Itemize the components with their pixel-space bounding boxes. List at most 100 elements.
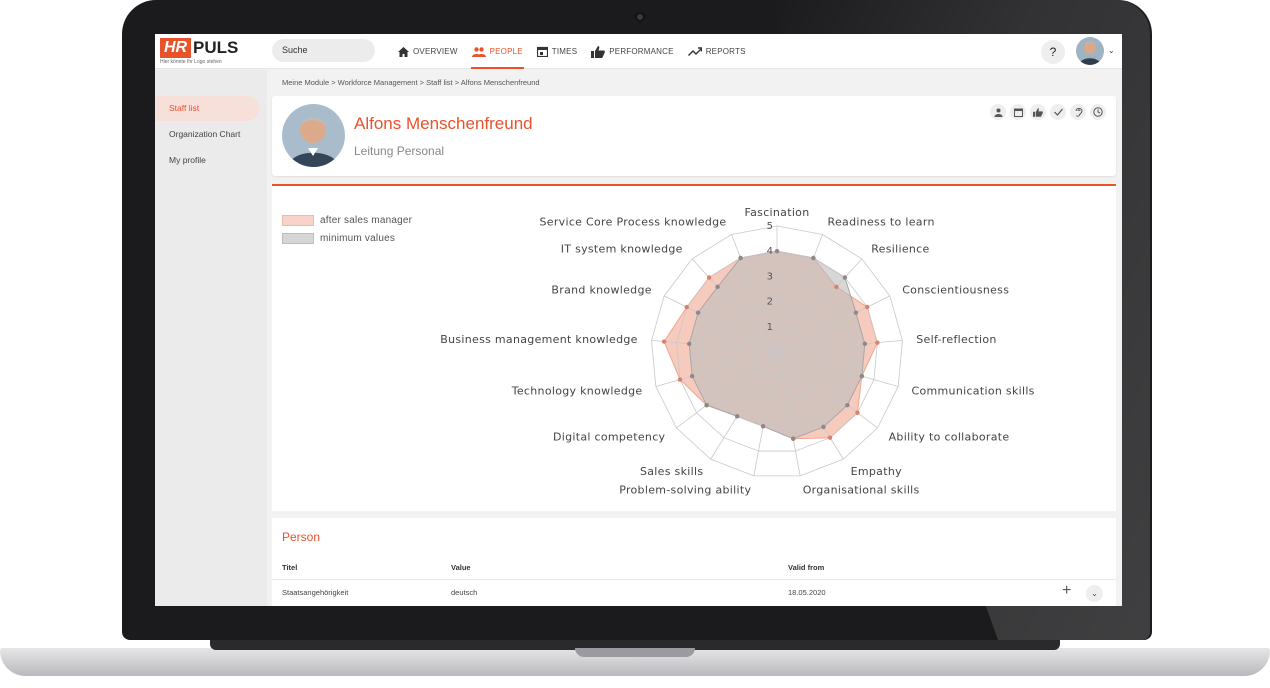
nav-people[interactable]: PEOPLE [465, 34, 530, 69]
breadcrumb: Meine Module > Workforce Management > St… [282, 78, 540, 87]
table-divider [272, 579, 1116, 580]
nav-times[interactable]: TIMES [530, 34, 584, 69]
data-point [689, 373, 695, 379]
axis-label: Service Core Process knowledge [540, 216, 727, 229]
ear-icon[interactable] [1070, 104, 1086, 120]
profile-photo [282, 104, 345, 167]
data-point [661, 339, 667, 344]
home-icon [398, 46, 409, 57]
axis-label: IT system knowledge [561, 243, 683, 256]
axis-label: Business management knowledge [440, 333, 638, 346]
base-notch [575, 648, 695, 657]
nav-overview-label: OVERVIEW [413, 47, 458, 56]
top-bar: HR PULS Hier könnte Ihr Logo stehen Such… [155, 34, 1122, 69]
axis-label: Self-reflection [916, 333, 996, 346]
column-header-titel: Titel [282, 563, 298, 572]
data-point [845, 402, 850, 408]
nav-performance-label: PERFORMANCE [609, 47, 674, 56]
radar-chart: 1 2 3 4 5 Fascination Readiness to learn Resili… [440, 206, 1035, 496]
clock-icon[interactable] [1090, 104, 1106, 120]
tick-label: 3 [767, 271, 773, 282]
axis-label: Resilience [871, 243, 929, 256]
data-point [875, 340, 880, 345]
data-point [760, 424, 766, 429]
people-icon [471, 46, 486, 57]
expand-button[interactable]: ⌄ [1086, 585, 1103, 602]
data-point [715, 284, 720, 290]
help-button[interactable]: ? [1041, 40, 1065, 64]
add-icon[interactable]: + [1062, 582, 1071, 600]
data-point [706, 275, 712, 280]
logo-hr: HR [160, 38, 192, 58]
sidebar-item-my-profile[interactable]: My profile [155, 148, 259, 173]
tick-label: 5 [767, 221, 773, 232]
nav-performance[interactable]: PERFORMANCE [584, 34, 680, 69]
chevron-down-icon[interactable]: ⌄ [1108, 46, 1115, 55]
sidebar-item-organization-chart[interactable]: Organization Chart [155, 122, 259, 147]
nav-times-label: TIMES [551, 47, 578, 56]
axis-label: Organisational skills [803, 483, 920, 496]
person-icon[interactable] [990, 104, 1006, 120]
tick-label: 1 [767, 322, 773, 333]
thumbs-up-icon [591, 45, 606, 58]
data-point [842, 275, 848, 280]
data-point [834, 284, 839, 290]
axis-label: Empathy [851, 465, 902, 478]
data-point [855, 410, 860, 415]
logo-tagline: Hier könnte Ihr Logo stehen [160, 59, 222, 65]
sidebar: Staff list Organization Chart My profile [155, 70, 267, 606]
profile-card: Alfons Menschenfreund Leitung Personal [272, 96, 1116, 176]
calendar-icon[interactable] [1010, 104, 1026, 120]
data-point [704, 402, 709, 408]
data-point [811, 255, 816, 261]
trending-icon [687, 47, 702, 56]
tick-label: 2 [767, 297, 773, 308]
hr-puls-logo[interactable]: HR PULS Hier könnte Ihr Logo stehen [160, 38, 250, 66]
table-cell-valid-from: 18.05.2020 [788, 588, 826, 597]
data-point [738, 255, 743, 261]
sidebar-item-staff-list[interactable]: Staff list [155, 96, 259, 121]
data-point [686, 341, 692, 347]
profile-action-icons [990, 104, 1106, 120]
axis-label: Digital competency [553, 430, 666, 443]
app-screen: HR PULS Hier könnte Ihr Logo stehen Such… [155, 34, 1122, 606]
axis-label: Brand knowledge [551, 284, 651, 297]
data-point [695, 310, 701, 315]
nav-reports[interactable]: REPORTS [681, 34, 753, 69]
laptop-base [0, 640, 1270, 688]
axis-label: Ability to collaborate [889, 430, 1010, 443]
axis-label: Problem-solving ability [619, 483, 751, 496]
calendar-icon [536, 46, 548, 57]
axis-label: Sales skills [640, 465, 703, 478]
data-point [735, 414, 740, 419]
axis-label: Conscientiousness [902, 284, 1009, 297]
axis-label: Technology knowledge [511, 384, 643, 397]
skills-chart-card: after sales manager minimum values 12345… [272, 184, 1116, 511]
data-point [859, 373, 865, 379]
logo-puls: PULS [193, 38, 239, 57]
profile-role: Leitung Personal [354, 144, 445, 158]
main-nav: OVERVIEW PEOPLE TIMES PERFORMANCE REPORT… [391, 34, 753, 69]
person-section-title: Person [282, 530, 321, 544]
axis-label: Communication skills [912, 384, 1035, 397]
person-card: Person Titel Value Valid from Staatsange… [272, 518, 1116, 606]
nav-reports-label: REPORTS [705, 47, 746, 56]
table-cell-title: Staatsangehörigkeit [282, 588, 349, 597]
check-icon[interactable] [1050, 104, 1066, 120]
column-header-valid-from: Valid from [788, 563, 825, 572]
user-avatar[interactable] [1076, 37, 1104, 65]
thumbs-up-icon[interactable] [1030, 104, 1046, 120]
webcam [635, 12, 645, 22]
axis-label: Fascination [745, 206, 810, 219]
data-point [853, 310, 859, 315]
data-point [774, 249, 780, 254]
nav-overview[interactable]: OVERVIEW [391, 34, 465, 69]
data-point [865, 304, 870, 310]
profile-name: Alfons Menschenfreund [354, 114, 533, 133]
data-point [827, 435, 833, 440]
profile-photo-image [282, 104, 345, 167]
search-input[interactable]: Suche [272, 39, 375, 62]
avatar-image [1076, 37, 1104, 65]
data-point [862, 341, 868, 347]
data-point [684, 304, 689, 310]
